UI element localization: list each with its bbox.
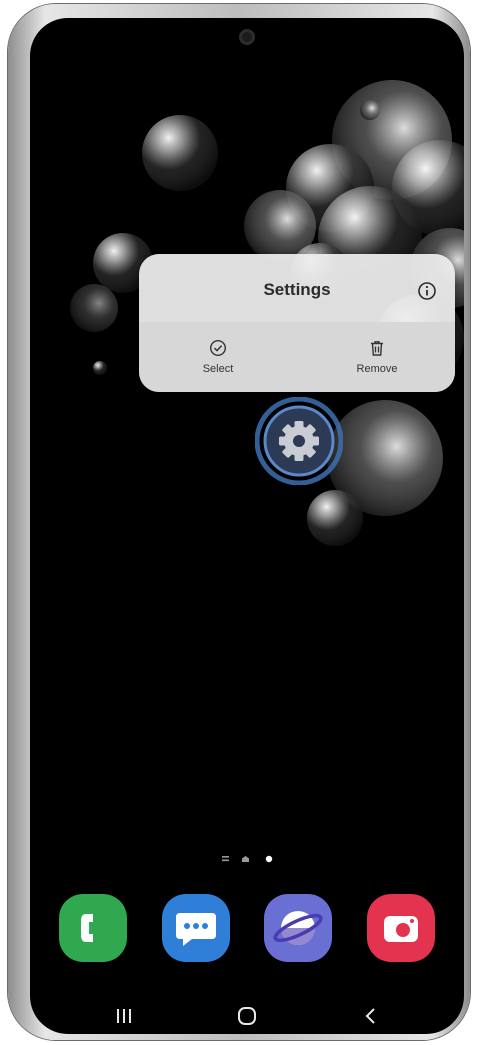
home-screen (30, 18, 464, 1034)
phone-frame (8, 4, 470, 1040)
navigation-bar (0, 996, 479, 1036)
chat-bubble-icon (176, 913, 216, 946)
camera-app-icon[interactable] (367, 894, 435, 962)
home-icon (238, 1007, 256, 1025)
bubble-wallpaper (70, 80, 464, 546)
back-button[interactable] (351, 996, 391, 1036)
settings-gear-icon[interactable] (255, 397, 343, 485)
phone-icon (81, 914, 93, 942)
select-button[interactable]: Select (158, 322, 278, 392)
context-menu-header: Settings (139, 254, 455, 322)
trash-icon (371, 341, 383, 356)
remove-label: Remove (356, 363, 398, 375)
info-icon[interactable] (417, 281, 437, 301)
globe-icon (273, 911, 323, 945)
messages-app-icon[interactable] (162, 894, 230, 962)
select-label: Select (202, 363, 234, 375)
home-button[interactable] (227, 996, 267, 1036)
phone-app-icon[interactable] (59, 894, 127, 962)
page-indicator (222, 855, 273, 863)
recents-button[interactable] (104, 996, 144, 1036)
context-menu-actions: Select Remove (139, 322, 455, 392)
internet-app-icon[interactable] (264, 894, 332, 962)
page-indicator-list (222, 856, 229, 858)
check-circle-icon (209, 339, 227, 357)
page-indicator-current (265, 855, 273, 863)
app-context-menu: Settings Select Remove (139, 254, 455, 392)
recents-icon (117, 1009, 131, 1023)
camera-icon (384, 916, 418, 942)
back-icon (365, 1008, 375, 1024)
remove-button[interactable]: Remove (317, 322, 437, 392)
page-indicator-home (242, 856, 249, 862)
context-menu-title: Settings (263, 280, 331, 299)
front-camera (239, 29, 255, 45)
